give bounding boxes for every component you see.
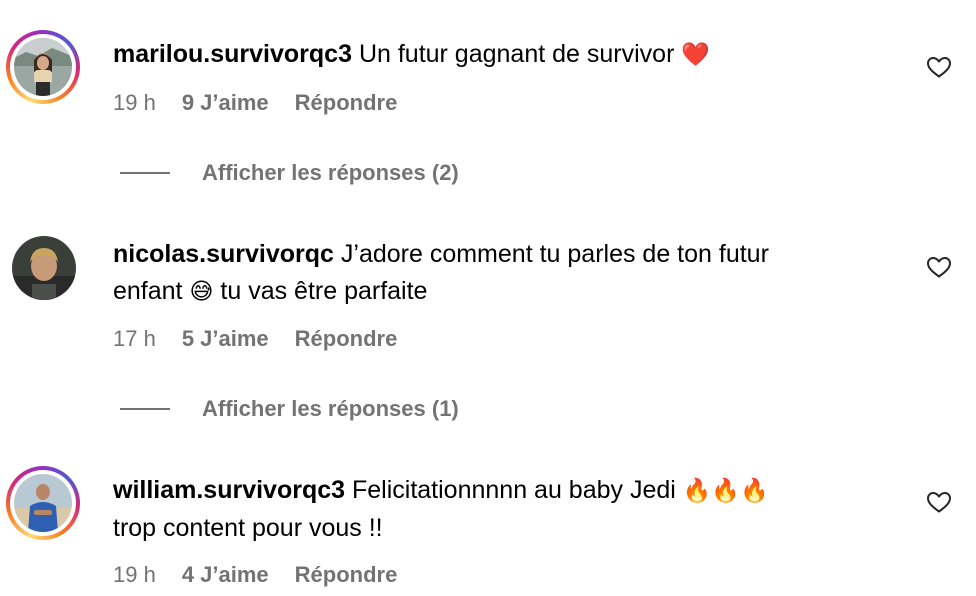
avatar-nicolas[interactable] (12, 236, 76, 300)
comment-time: 19 h (113, 562, 156, 587)
comment-time: 17 h (113, 326, 156, 351)
likes-count[interactable]: 5 J’aime (182, 326, 269, 352)
comment-meta: 19 h 9 J’aime Répondre (113, 90, 397, 116)
comment-meta: 19 h 4 J’aime Répondre (113, 562, 397, 588)
comment-line-1: william.survivorqc3 Felicitationnnnn au … (113, 472, 893, 510)
heart-outline-icon[interactable] (926, 490, 952, 514)
comment-username[interactable]: marilou.survivorqc3 (113, 40, 352, 68)
view-replies-button[interactable]: Afficher les réponses (2) (120, 160, 459, 186)
comment-time: 19 h (113, 90, 156, 115)
avatar-image (14, 38, 72, 96)
comment-username[interactable]: nicolas.survivorqc (113, 240, 334, 268)
view-replies-button[interactable]: Afficher les réponses (1) (120, 396, 459, 422)
heart-outline-icon[interactable] (926, 255, 952, 279)
comment-meta: 17 h 5 J’aime Répondre (113, 326, 397, 352)
comment-body: Felicitationnnnn au baby Jedi (352, 476, 676, 504)
comment-line-2: enfant 😅 tu vas être parfaite (113, 273, 893, 311)
reply-button[interactable]: Répondre (295, 562, 398, 588)
comment-text: william.survivorqc3 Felicitationnnnn au … (113, 472, 893, 547)
avatar-man-blue-shirt (14, 474, 72, 532)
comment-body: Un futur gagnant de survivor (358, 40, 675, 68)
avatar-inner (10, 470, 76, 536)
comment-body: tu vas être parfaite (220, 277, 428, 305)
comment-body: J’adore comment tu parles de ton futur (340, 240, 769, 268)
divider-line (120, 172, 170, 174)
avatar-image (14, 474, 72, 532)
fire-emoji: 🔥🔥🔥 (682, 478, 769, 504)
comment-username[interactable]: william.survivorqc3 (113, 476, 345, 504)
avatar-william[interactable] (6, 466, 80, 540)
likes-count[interactable]: 9 J’aime (182, 90, 269, 116)
heart-outline-icon[interactable] (926, 55, 952, 79)
avatar-marilou[interactable] (6, 30, 80, 104)
avatar-man (12, 236, 76, 300)
avatar-woman (14, 38, 72, 96)
comment-body: trop content pour vous !! (113, 514, 383, 542)
sweat-smile-emoji: 😅 (189, 279, 214, 305)
avatar-inner (10, 34, 76, 100)
comment-text: marilou.survivorqc3 Un futur gagnant de … (113, 36, 893, 74)
comment-line-2: trop content pour vous !! (113, 510, 893, 547)
reply-button[interactable]: Répondre (295, 326, 398, 352)
divider-line (120, 408, 170, 410)
reply-button[interactable]: Répondre (295, 90, 398, 116)
view-replies-label: Afficher les réponses (1) (202, 396, 459, 421)
red-heart-emoji: ❤️ (681, 42, 710, 68)
comment-line-1: nicolas.survivorqc J’adore comment tu pa… (113, 236, 893, 273)
view-replies-label: Afficher les réponses (2) (202, 160, 459, 185)
likes-count[interactable]: 4 J’aime (182, 562, 269, 588)
comment-body: enfant (113, 277, 183, 305)
comment-text: nicolas.survivorqc J’adore comment tu pa… (113, 236, 893, 311)
